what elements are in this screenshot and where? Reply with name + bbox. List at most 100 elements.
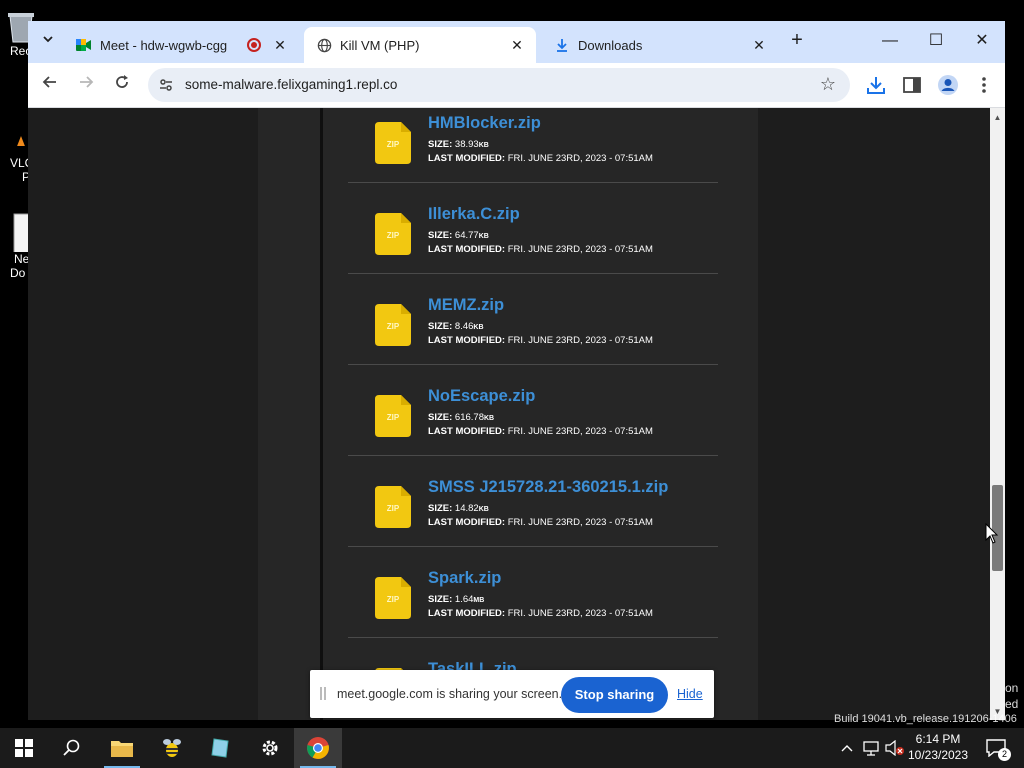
vertical-scrollbar[interactable]: ▲ ▼	[990, 108, 1005, 720]
network-status[interactable]	[860, 728, 882, 768]
reload-button[interactable]	[110, 73, 134, 97]
zip-file-icon[interactable]: ZIP	[375, 304, 411, 346]
drag-handle[interactable]	[320, 687, 326, 700]
taskbar: 6:14 PM 10/23/2023 2	[0, 728, 1024, 768]
size-value: 38.93	[454, 139, 479, 150]
svg-text:ZIP: ZIP	[387, 504, 400, 513]
modified-value: FRI. JUNE 23RD, 2023 - 07:51AM	[507, 244, 653, 255]
file-list-item: ZIP Illerka.C.zip SIZE: 64.77KB LAST MODIFI…	[348, 183, 718, 274]
arrow-right-icon	[80, 76, 94, 88]
divider	[320, 108, 323, 720]
close-icon[interactable]: ✕	[508, 36, 526, 54]
size-value: 14.82	[454, 503, 479, 514]
search-button[interactable]	[48, 728, 96, 768]
zip-file-icon[interactable]: ZIP	[375, 486, 411, 528]
bee-app-icon	[163, 739, 181, 757]
zip-file-icon[interactable]: ZIP	[375, 213, 411, 255]
kebab-menu-icon[interactable]	[973, 74, 995, 96]
forward-button[interactable]	[74, 73, 98, 97]
modified-label: LAST MODIFIED:	[428, 153, 506, 164]
notification-center-button[interactable]: 2	[980, 728, 1012, 768]
screen-sharing-bar: meet.google.com is sharing your screen. …	[310, 670, 714, 718]
modified-value: FRI. JUNE 23RD, 2023 - 07:51AM	[507, 153, 653, 164]
folder-icon	[111, 741, 133, 757]
file-size: SIZE: 1.64MB	[428, 594, 484, 605]
chrome-icon	[307, 737, 329, 759]
size-unit: KB	[478, 142, 489, 149]
zip-file-icon[interactable]: ZIP	[375, 395, 411, 437]
stop-sharing-button[interactable]: Stop sharing	[561, 677, 668, 713]
system-clock[interactable]: 6:14 PM 10/23/2023	[902, 731, 974, 763]
tab-meet[interactable]: Meet - hdw-wgwb-cgg ✕	[64, 27, 299, 63]
scroll-up-arrow-icon[interactable]: ▲	[993, 113, 1002, 122]
content-column: ZIP HMBlocker.zip SIZE: 38.93KB LAST MODIFI…	[258, 108, 758, 720]
zip-file-icon[interactable]: ZIP	[375, 577, 411, 619]
tab-title: Downloads	[578, 37, 643, 53]
zip-file-icon[interactable]: ZIP	[375, 122, 411, 164]
chevron-up-icon	[841, 745, 853, 752]
modified-value: FRI. JUNE 23RD, 2023 - 07:51AM	[507, 608, 653, 619]
svg-text:ZIP: ZIP	[387, 140, 400, 149]
gear-icon	[262, 740, 278, 756]
globe-icon	[316, 37, 332, 53]
google-meet-icon	[76, 37, 92, 53]
modified-label: LAST MODIFIED:	[428, 608, 506, 619]
show-hidden-icons-button[interactable]	[838, 728, 856, 768]
close-icon[interactable]: ✕	[271, 36, 289, 54]
close-icon[interactable]: ✕	[750, 36, 768, 54]
size-label: SIZE:	[428, 412, 453, 423]
svg-text:ZIP: ZIP	[387, 231, 400, 240]
size-value: 1.64	[454, 594, 474, 605]
size-unit: MB	[473, 597, 485, 604]
file-name-link[interactable]: HMBlocker.zip	[428, 114, 541, 133]
svg-text:ZIP: ZIP	[387, 322, 400, 331]
url-text: some-malware.felixgaming1.repl.co	[185, 77, 398, 92]
side-panel-icon[interactable]	[901, 74, 923, 96]
back-button[interactable]	[38, 73, 62, 97]
size-unit: KB	[473, 324, 484, 331]
hide-link[interactable]: Hide	[677, 687, 703, 701]
file-name-link[interactable]: MEMZ.zip	[428, 296, 504, 315]
search-icon	[63, 739, 80, 756]
file-list-item: ZIP Spark.zip SIZE: 1.64MB LAST MODIFIED: F…	[348, 547, 718, 638]
file-list-item: ZIP SMSS J215728.21-360215.1.zip SIZE: 14.…	[348, 456, 718, 547]
size-label: SIZE:	[428, 321, 453, 332]
minimize-button[interactable]: —	[867, 21, 913, 61]
file-list-item: ZIP MEMZ.zip SIZE: 8.46KB LAST MODIFIED: FR…	[348, 274, 718, 365]
tab-kill-vm[interactable]: Kill VM (PHP) ✕	[304, 27, 536, 63]
chevron-down-icon	[43, 36, 53, 43]
downloads-icon[interactable]	[865, 74, 887, 96]
taskbar-settings[interactable]	[246, 728, 294, 768]
file-size: SIZE: 64.77KB	[428, 230, 489, 241]
file-name-link[interactable]: SMSS J215728.21-360215.1.zip	[428, 478, 668, 497]
start-button[interactable]	[0, 728, 48, 768]
svg-text:ZIP: ZIP	[387, 595, 400, 604]
taskbar-app-bee[interactable]	[148, 728, 196, 768]
modified-value: FRI. JUNE 23RD, 2023 - 07:51AM	[507, 335, 653, 346]
file-modified: LAST MODIFIED: FRI. JUNE 23RD, 2023 - 07…	[428, 517, 653, 528]
size-label: SIZE:	[428, 230, 453, 241]
address-bar[interactable]: some-malware.felixgaming1.repl.co ☆	[148, 68, 850, 102]
file-name-link[interactable]: Illerka.C.zip	[428, 205, 520, 224]
taskbar-chrome[interactable]	[294, 728, 342, 768]
modified-label: LAST MODIFIED:	[428, 517, 506, 528]
tab-bar: Meet - hdw-wgwb-cgg ✕ Kill VM (PHP) ✕ Do…	[28, 21, 1005, 63]
modified-value: FRI. JUNE 23RD, 2023 - 07:51AM	[507, 426, 653, 437]
bookmark-star-icon[interactable]: ☆	[820, 74, 836, 95]
recording-icon	[247, 38, 261, 52]
close-window-button[interactable]: ✕	[959, 21, 1005, 61]
file-modified: LAST MODIFIED: FRI. JUNE 23RD, 2023 - 07…	[428, 244, 653, 255]
taskbar-file-explorer[interactable]	[98, 728, 146, 768]
tab-downloads[interactable]: Downloads ✕	[542, 27, 778, 63]
size-unit: KB	[478, 506, 489, 513]
web-page: ZIP HMBlocker.zip SIZE: 38.93KB LAST MODIFI…	[28, 108, 990, 720]
tab-search-button[interactable]	[38, 31, 58, 51]
file-name-link[interactable]: Spark.zip	[428, 569, 501, 588]
new-tab-button[interactable]: +	[786, 30, 808, 52]
taskbar-app-notepad[interactable]	[196, 728, 244, 768]
profile-avatar-icon[interactable]	[937, 74, 959, 96]
browser-toolbar: some-malware.felixgaming1.repl.co ☆	[28, 63, 1005, 108]
file-name-link[interactable]: NoEscape.zip	[428, 387, 535, 406]
maximize-button[interactable]: ☐	[913, 21, 959, 61]
file-size: SIZE: 14.82KB	[428, 503, 489, 514]
